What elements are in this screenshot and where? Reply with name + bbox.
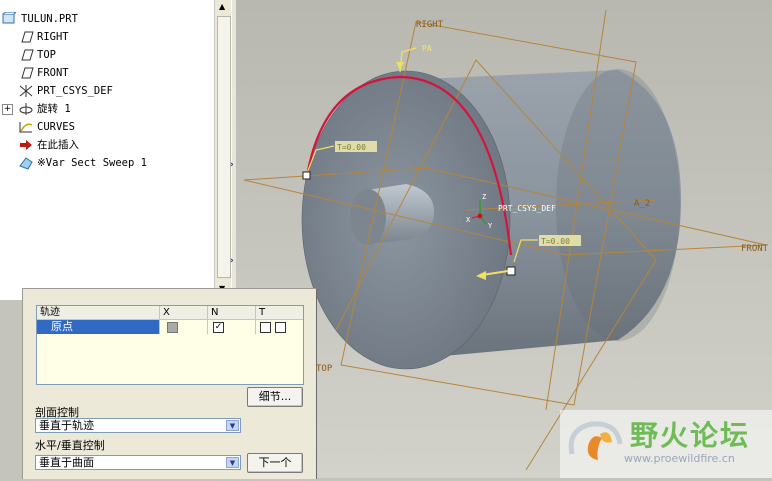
tree-item-label: FRONT — [37, 67, 69, 79]
tree-item-label: 旋转 1 — [37, 103, 71, 115]
datum-plane-icon — [18, 30, 34, 44]
tree-item-sweep[interactable]: ※Var Sect Sweep 1 — [18, 155, 147, 171]
column-header-trajectory[interactable]: 轨迹 — [37, 306, 160, 319]
scrollbar-thumb[interactable] — [217, 16, 231, 278]
axis-z-label: Z — [482, 193, 486, 201]
revolve-icon — [18, 102, 34, 116]
model-tree: TULUN.PRT RIGHT TOP FRONT PRT_CSYS_DEF +… — [0, 0, 215, 300]
tree-item-label: 在此插入 — [37, 139, 79, 151]
scroll-up-icon[interactable]: ▲ — [219, 2, 225, 11]
tree-item-right[interactable]: RIGHT — [18, 29, 69, 45]
table-row[interactable]: 原点 ✓ — [37, 320, 303, 334]
coordinate-system-icon — [18, 84, 34, 98]
x-cell[interactable] — [160, 320, 208, 334]
checkbox-checked[interactable]: ✓ — [213, 321, 224, 333]
tree-item-curves[interactable]: CURVES — [18, 119, 75, 135]
datum-label-front: FRONT — [741, 244, 769, 254]
tree-scrollbar[interactable]: ▲ ▼ — [214, 0, 232, 300]
hv-control-label: 水平/垂直控制 — [35, 439, 105, 452]
checkbox-unchecked[interactable] — [274, 321, 286, 333]
tree-item-revolve[interactable]: + 旋转 1 — [2, 101, 71, 117]
next-button[interactable]: 下一个 — [247, 453, 303, 473]
sash-arrow-icon[interactable]: › — [230, 160, 234, 170]
part-icon — [2, 11, 18, 26]
tree-item-label: TOP — [37, 49, 56, 61]
axis-label: A_2 — [634, 199, 650, 209]
n-cell[interactable]: ✓ — [208, 320, 256, 334]
details-button[interactable]: 细节... — [247, 387, 303, 407]
datum-plane-icon — [18, 48, 34, 62]
sweep-reference-dialog: 轨迹 X N T 原点 ✓ 细节... 剖面控制 垂直于轨迹 ▼ 水平/垂直控制… — [22, 288, 317, 479]
tree-root[interactable]: TULUN.PRT — [2, 11, 78, 27]
tree-item-top[interactable]: TOP — [18, 47, 56, 63]
csys-label: PRT_CSYS_DEF — [498, 204, 556, 213]
tree-item-csys[interactable]: PRT_CSYS_DEF — [18, 83, 113, 99]
section-control-value: 垂直于轨迹 — [39, 419, 94, 432]
trajectory-name-cell[interactable]: 原点 — [37, 320, 160, 334]
tree-item-insert-here[interactable]: 在此插入 — [18, 137, 79, 153]
checkbox-disabled — [167, 321, 178, 333]
end-parameter-tag[interactable]: T=0.00 — [541, 237, 570, 246]
end-point-handle[interactable] — [506, 266, 516, 276]
solid-wheel[interactable] — [301, 69, 681, 370]
point-label: PA — [422, 44, 432, 53]
t-cell[interactable] — [256, 320, 303, 334]
curves-icon — [18, 120, 34, 134]
watermark-url: www.proewildfire.cn — [624, 452, 735, 465]
tree-item-label: PRT_CSYS_DEF — [37, 85, 113, 97]
dropdown-arrow-icon[interactable]: ▼ — [226, 420, 239, 431]
column-header-n[interactable]: N — [208, 306, 256, 319]
sash-arrow-icon[interactable]: › — [230, 256, 234, 266]
tree-root-label: TULUN.PRT — [21, 13, 78, 25]
datum-label-top: TOP — [316, 364, 333, 374]
checkbox-unchecked[interactable] — [260, 321, 271, 333]
tree-item-front[interactable]: FRONT — [18, 65, 69, 81]
expand-plus-icon[interactable]: + — [2, 103, 13, 115]
column-header-t[interactable]: T — [256, 306, 303, 319]
watermark-title: 野火论坛 — [630, 419, 751, 452]
start-parameter-tag[interactable]: T=0.00 — [337, 143, 366, 152]
sweep-icon — [18, 156, 34, 170]
forum-logo-icon — [568, 421, 623, 460]
start-point-handle[interactable] — [302, 171, 311, 180]
trajectory-table: 轨迹 X N T 原点 ✓ — [36, 305, 304, 385]
table-header: 轨迹 X N T — [37, 306, 303, 320]
tree-item-label: RIGHT — [37, 31, 69, 43]
tree-item-label: ※Var Sect Sweep 1 — [37, 157, 147, 169]
tree-item-label: CURVES — [37, 121, 75, 133]
datum-plane-icon — [18, 66, 34, 80]
hv-control-value: 垂直于曲面 — [39, 456, 94, 469]
insert-here-arrow-icon — [18, 138, 34, 152]
column-header-x[interactable]: X — [160, 306, 208, 319]
hv-control-select[interactable]: 垂直于曲面 ▼ — [35, 455, 241, 470]
datum-label-right: RIGHT — [416, 20, 444, 30]
section-control-select[interactable]: 垂直于轨迹 ▼ — [35, 418, 241, 433]
dropdown-arrow-icon[interactable]: ▼ — [226, 457, 239, 468]
